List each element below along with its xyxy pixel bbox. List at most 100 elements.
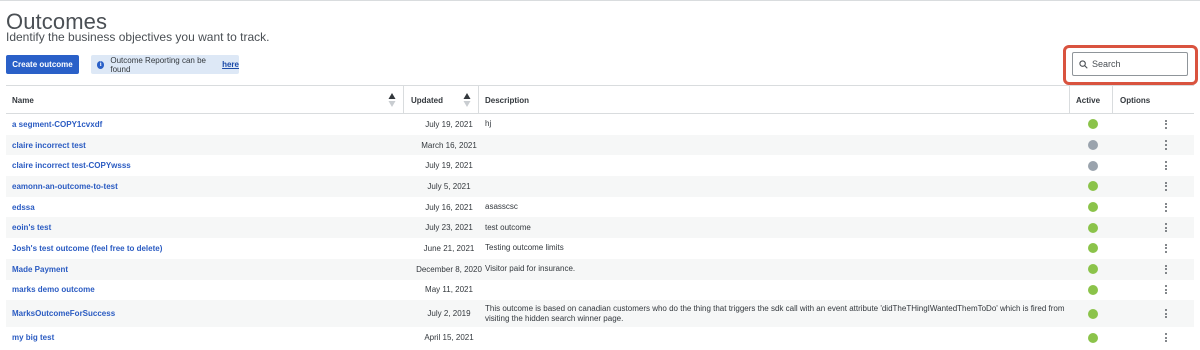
description-text: hj	[485, 119, 492, 129]
table-row[interactable]: claire incorrect test-COPYwsss July 19, 2…	[6, 155, 1194, 176]
search-icon	[1079, 59, 1088, 69]
row-options[interactable]	[1156, 176, 1176, 197]
column-header-options: Options	[1120, 95, 1151, 105]
row-options[interactable]	[1156, 135, 1176, 156]
active-status	[1088, 114, 1098, 135]
table-row[interactable]: marks demo outcome May 11, 2021	[6, 280, 1194, 301]
row-options[interactable]	[1156, 300, 1176, 327]
column-divider	[1069, 86, 1070, 114]
kebab-menu-icon[interactable]	[1165, 161, 1167, 171]
outcome-name-link[interactable]: eamonn-an-outcome-to-test	[12, 176, 118, 197]
kebab-menu-icon[interactable]	[1165, 223, 1167, 233]
table-row[interactable]: Josh's test outcome (feel free to delete…	[6, 238, 1194, 259]
updated-date: May 11, 2021	[425, 285, 473, 295]
status-dot-icon	[1088, 284, 1098, 295]
outcome-name-link[interactable]: my big test	[12, 327, 54, 348]
column-header-description: Description	[485, 95, 530, 105]
active-status	[1088, 135, 1098, 156]
table-row[interactable]: MarksOutcomeForSuccess July 2, 2019 This o…	[6, 300, 1194, 328]
updated-date: July 19, 2021	[425, 161, 473, 171]
status-dot-icon	[1088, 222, 1098, 233]
table-row[interactable]: Made Payment December 8, 2020 Visitor paid…	[6, 258, 1194, 280]
outcome-name-link[interactable]: a segment-COPY1cvxdf	[12, 114, 102, 135]
updated-date: July 16, 2021	[425, 202, 473, 212]
updated-date: July 23, 2021	[425, 223, 473, 233]
outcomes-table: Name Updated Description Active Options …	[6, 85, 1194, 348]
kebab-menu-icon[interactable]	[1165, 119, 1167, 129]
row-options[interactable]	[1156, 238, 1176, 259]
row-options[interactable]	[1156, 217, 1176, 238]
top-divider	[0, 0, 1200, 1]
outcome-name-link[interactable]: MarksOutcomeForSuccess	[12, 300, 115, 327]
outcome-name-link[interactable]: claire incorrect test	[12, 135, 86, 156]
page-subtitle: Identify the business objectives you wan…	[6, 30, 270, 44]
description-text	[485, 155, 1075, 176]
info-icon: i	[97, 60, 105, 69]
active-status	[1088, 176, 1098, 197]
table-row[interactable]: edssa July 16, 2021 asasscsc	[6, 197, 1194, 218]
column-divider	[403, 86, 404, 114]
outcome-name-link[interactable]: Made Payment	[12, 259, 68, 280]
status-dot-icon	[1088, 119, 1098, 130]
description-text	[485, 327, 1075, 348]
column-header-updated[interactable]: Updated	[411, 86, 443, 114]
active-status	[1088, 155, 1098, 176]
active-status	[1088, 197, 1098, 218]
outcome-reporting-link[interactable]: here	[222, 60, 239, 69]
kebab-menu-icon[interactable]	[1165, 243, 1167, 254]
kebab-menu-icon[interactable]	[1165, 202, 1167, 212]
outcome-name-link[interactable]: claire incorrect test-COPYwsss	[12, 155, 131, 176]
row-options[interactable]	[1156, 155, 1176, 176]
table-row[interactable]: eamonn-an-outcome-to-test July 5, 2021	[6, 176, 1194, 197]
status-dot-icon	[1088, 181, 1098, 192]
outcome-name-link[interactable]: Josh's test outcome (feel free to delete…	[12, 238, 162, 259]
description-text	[485, 135, 1075, 156]
description-text	[485, 176, 1075, 197]
updated-date: April 15, 2021	[424, 333, 474, 343]
updated-date: June 21, 2021	[423, 243, 475, 253]
row-options[interactable]	[1156, 259, 1176, 280]
table-row[interactable]: my big test April 15, 2021	[6, 327, 1194, 348]
updated-date: July 19, 2021	[425, 119, 473, 129]
status-dot-icon	[1088, 160, 1098, 171]
row-options[interactable]	[1156, 114, 1176, 135]
description-text: Visitor paid for insurance.	[485, 264, 576, 274]
row-options[interactable]	[1156, 197, 1176, 218]
active-status	[1088, 300, 1098, 327]
kebab-menu-icon[interactable]	[1165, 264, 1167, 274]
kebab-menu-icon[interactable]	[1165, 332, 1167, 343]
row-options[interactable]	[1156, 280, 1176, 301]
sort-icon[interactable]	[388, 92, 396, 108]
kebab-menu-icon[interactable]	[1165, 285, 1167, 295]
status-dot-icon	[1088, 243, 1098, 254]
kebab-menu-icon[interactable]	[1165, 309, 1167, 319]
description-text: test outcome	[485, 222, 531, 232]
search-input[interactable]	[1092, 59, 1182, 69]
outcome-name-link[interactable]: eoin's test	[12, 217, 51, 238]
search-field[interactable]	[1072, 52, 1188, 76]
updated-date: July 5, 2021	[427, 181, 471, 191]
column-header-name[interactable]: Name	[12, 86, 34, 114]
description-text: asasscsc	[485, 202, 518, 212]
table-row[interactable]: claire incorrect test March 16, 2021	[6, 134, 1194, 156]
updated-date: July 2, 2019	[427, 309, 471, 319]
status-dot-icon	[1088, 140, 1098, 151]
description-text	[485, 280, 1075, 301]
kebab-menu-icon[interactable]	[1165, 181, 1167, 191]
description-text: Testing outcome limits	[485, 243, 564, 253]
row-options[interactable]	[1156, 327, 1176, 348]
active-status	[1088, 280, 1098, 301]
table-header: Name Updated Description Active Options	[6, 85, 1194, 114]
outcome-name-link[interactable]: edssa	[12, 197, 35, 218]
table-row[interactable]: a segment-COPY1cvxdf July 19, 2021 hj	[6, 114, 1194, 135]
info-banner-text: Outcome Reporting can be found	[110, 55, 206, 74]
create-outcome-button[interactable]: Create outcome	[6, 55, 79, 74]
table-row[interactable]: eoin's test July 23, 2021 test outcome	[6, 217, 1194, 239]
column-divider	[1112, 86, 1113, 114]
active-status	[1088, 217, 1098, 238]
active-status	[1088, 259, 1098, 280]
active-status	[1088, 238, 1098, 259]
sort-icon[interactable]	[463, 92, 471, 108]
kebab-menu-icon[interactable]	[1165, 140, 1167, 150]
outcome-name-link[interactable]: marks demo outcome	[12, 280, 95, 301]
